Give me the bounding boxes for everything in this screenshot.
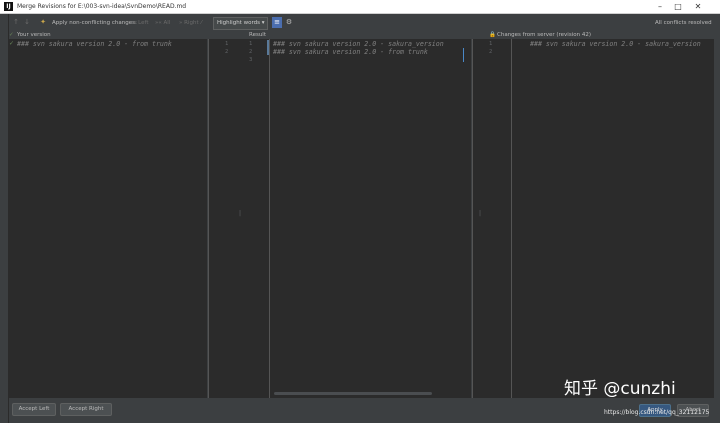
minimize-button[interactable]: – — [652, 1, 668, 12]
apply-non-conflicting-label: Apply non-conflicting changes: — [52, 20, 137, 26]
result-code-line-1: ### svn sakura version 2.0 - sakura_vers… — [273, 40, 444, 48]
check-icon: ✓ — [9, 40, 15, 47]
result-code-line-2: ### svn sakura version 2.0 - from trunk — [273, 48, 428, 56]
right-pane-title: Changes from server (revision 42) — [497, 32, 591, 38]
prev-difference-icon[interactable]: ↑ — [11, 17, 21, 28]
window-title: Merge Revisions for E:\003-svn-idea\SvnD… — [17, 3, 187, 10]
line-number: 2 — [489, 49, 493, 55]
apply-all-label: All — [163, 20, 171, 26]
accept-left-button[interactable]: Accept Left — [12, 403, 56, 416]
left-diff-divider: 1 2 1 2 3 | — [208, 39, 270, 398]
magic-resolve-icon[interactable]: ✦ — [38, 17, 48, 28]
merge-status: All conflicts resolved — [655, 20, 712, 26]
merge-toolbar: ↑ ↓ ✦ Apply non-conflicting changes: « L… — [9, 14, 714, 32]
check-icon: ✓ — [9, 32, 14, 38]
window-title-bar: IJ Merge Revisions for E:\003-svn-idea\S… — [0, 0, 720, 14]
left-tool-strip — [0, 14, 9, 423]
right-tool-strip — [714, 14, 720, 423]
right-diff-divider: 1 2 | — [472, 39, 512, 398]
close-button[interactable]: ✕ — [690, 1, 706, 12]
server-editor[interactable]: ### svn sakura version 2.0 - sakura_vers… — [512, 39, 714, 398]
result-editor[interactable]: ### svn sakura version 2.0 - sakura_vers… — [270, 39, 471, 398]
ignore-whitespace-icon[interactable]: ⁄ — [201, 17, 202, 29]
line-number: 1 — [249, 41, 253, 47]
next-difference-icon[interactable]: ↓ — [22, 17, 32, 28]
horizontal-scrollbar[interactable] — [274, 392, 432, 395]
divider-mark: | — [479, 210, 482, 217]
left-pane-title: Your version — [17, 32, 51, 38]
sync-scroll-icon[interactable]: ≡ — [272, 17, 282, 28]
apply-all-button[interactable]: »« All — [155, 17, 170, 29]
line-number: 1 — [225, 41, 229, 47]
maximize-button[interactable]: □ — [670, 1, 686, 12]
line-number: 2 — [225, 49, 229, 55]
center-pane-title: Result — [249, 32, 266, 38]
apply-left-label: Left — [138, 20, 149, 26]
line-number: 3 — [249, 57, 253, 63]
highlight-mode-select[interactable]: Highlight words ▾ — [213, 17, 269, 30]
change-marker — [267, 40, 269, 55]
zhihu-watermark: 知乎 @cunzhi — [564, 379, 676, 399]
server-code-line-1: ### svn sakura version 2.0 - sakura_vers… — [530, 40, 701, 48]
intellij-icon: IJ — [4, 2, 13, 11]
gear-icon[interactable]: ⚙ — [284, 17, 294, 28]
accept-right-button[interactable]: Accept Right — [60, 403, 112, 416]
csdn-watermark-url: https://blog.csdn.net/qq_32112175 — [604, 409, 710, 416]
apply-left-button[interactable]: « Left — [133, 17, 148, 29]
apply-right-label: Right — [184, 20, 199, 26]
pane-headers: ✓ Your version Result 🔒 Changes from ser… — [9, 31, 714, 39]
left-code-line-1: ### svn sakura version 2.0 - from trunk — [17, 40, 172, 48]
left-editor[interactable]: ✓ ### svn sakura version 2.0 - from trun… — [9, 39, 207, 398]
lock-icon: 🔒 — [489, 32, 496, 38]
divider-mark: | — [239, 210, 242, 217]
text-cursor — [463, 48, 464, 62]
line-number: 2 — [249, 49, 253, 55]
apply-right-button[interactable]: » Right — [179, 17, 199, 29]
highlight-mode-value: Highlight words — [217, 20, 260, 26]
line-number: 1 — [489, 41, 493, 47]
